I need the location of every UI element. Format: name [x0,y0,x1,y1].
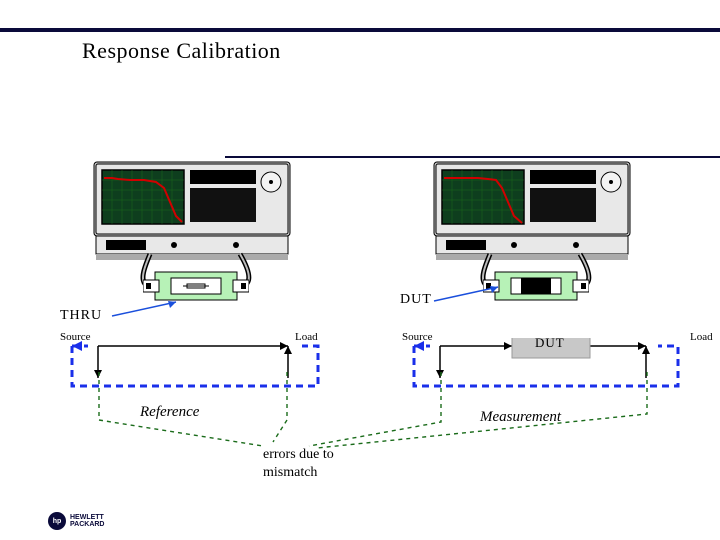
label-load-right: Load [690,331,713,343]
arrow-to-thru [110,298,184,320]
top-rule [0,28,720,32]
hp-logo-mark-icon: hp [48,512,66,530]
errors-line1: errors due to [263,446,334,464]
label-source-right: Source [402,331,433,343]
hp-logo: hp HEWLETT PACKARD [48,512,104,530]
hp-logo-text: HEWLETT PACKARD [70,514,104,528]
label-load-left: Load [295,331,318,343]
errors-line2: mismatch [263,464,334,482]
arrow-to-dut [432,283,506,305]
label-dut-upper: DUT [400,292,432,308]
label-source-left: Source [60,331,91,343]
label-reference: Reference [140,404,199,421]
label-thru: THRU [60,308,102,324]
label-measurement: Measurement [480,409,561,426]
label-dut-box: DUT [535,335,565,351]
label-errors: errors due to mismatch [263,446,334,481]
page-title: Response Calibration [82,38,281,64]
